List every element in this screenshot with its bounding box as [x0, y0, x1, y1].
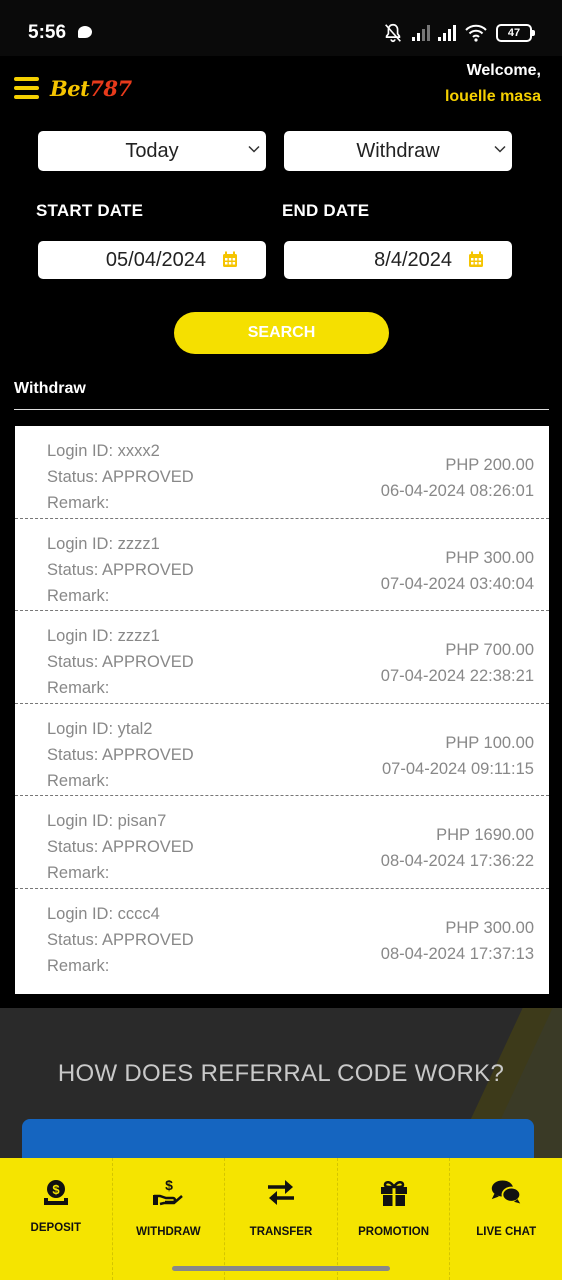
- calendar-icon[interactable]: [468, 251, 484, 268]
- chat-icon: [491, 1180, 522, 1204]
- record-row: Login ID: xxxx2 Status: APPROVED Remark:…: [15, 426, 549, 519]
- nav-live-chat[interactable]: LIVE CHAT: [450, 1158, 562, 1280]
- deposit-icon: $: [43, 1180, 68, 1205]
- record-remark: Remark:: [47, 864, 110, 882]
- login-id: Login ID: zzzz1: [47, 534, 160, 553]
- system-icons: 47: [382, 21, 535, 45]
- withdraw-record-list: Login ID: xxxx2 Status: APPROVED Remark:…: [15, 426, 549, 994]
- referral-heading: HOW DOES REFERRAL CODE WORK?: [57, 1060, 505, 1087]
- svg-text:$: $: [165, 1177, 173, 1193]
- record-row: Login ID: zzzz1 Status: APPROVED Remark:…: [15, 611, 549, 704]
- record-remark: Remark:: [47, 494, 110, 512]
- chevron-down-icon: [248, 145, 260, 153]
- record-row: Login ID: pisan7 Status: APPROVED Remark…: [15, 796, 549, 889]
- type-select[interactable]: Withdraw: [284, 131, 512, 171]
- end-date-field[interactable]: 8/4/2024: [284, 241, 512, 279]
- record-amount: PHP 1690.00: [436, 826, 534, 844]
- login-id: Login ID: ytal2: [47, 719, 153, 738]
- login-id: Login ID: zzzz1: [47, 627, 160, 645]
- message-notification-icon: [78, 26, 92, 38]
- record-status: Status: APPROVED: [47, 653, 194, 671]
- period-select[interactable]: Today: [38, 131, 266, 171]
- nav-label: TRANSFER: [249, 1226, 313, 1238]
- clock: 5:56: [28, 22, 67, 43]
- status-bar: 5:56 47: [0, 0, 562, 56]
- nav-transfer[interactable]: TRANSFER: [225, 1158, 338, 1280]
- record-status: Status: APPROVED: [47, 838, 194, 856]
- login-id: Login ID: xxxx2: [47, 442, 160, 460]
- nav-label: DEPOSIT: [30, 1222, 82, 1234]
- username: louelle masa: [444, 88, 541, 105]
- section-title: Withdraw: [14, 380, 86, 397]
- gift-icon: [380, 1181, 407, 1206]
- signal-icon-1: [412, 25, 430, 41]
- welcome-block: Welcome, louelle masa: [445, 58, 541, 110]
- record-remark: Remark:: [47, 586, 110, 605]
- welcome-text: Welcome,: [466, 62, 541, 79]
- record-row: Login ID: zzzz1 Status: APPROVED Remark:…: [15, 519, 549, 611]
- record-remark: Remark:: [47, 956, 110, 975]
- signal-icon-2: [438, 25, 456, 41]
- nav-label: WITHDRAW: [136, 1226, 201, 1238]
- record-datetime: 06-04-2024 08:26:01: [380, 482, 534, 500]
- record-row: Login ID: cccc4 Status: APPROVED Remark:…: [15, 889, 549, 982]
- calendar-icon[interactable]: [222, 251, 238, 268]
- record-status: Status: APPROVED: [47, 745, 194, 764]
- chevron-down-icon: [494, 145, 506, 153]
- end-date-label: END DATE: [282, 201, 370, 220]
- nav-deposit[interactable]: $ DEPOSIT: [0, 1158, 113, 1280]
- record-amount: PHP 100.00: [445, 733, 534, 752]
- nav-withdraw[interactable]: $ WITHDRAW: [113, 1158, 226, 1280]
- bet787-logo[interactable]: Bet787: [50, 76, 132, 101]
- start-date-field[interactable]: 05/04/2024: [38, 241, 266, 279]
- record-status: Status: APPROVED: [47, 560, 194, 579]
- battery-icon: 47: [496, 24, 535, 42]
- nav-label: PROMOTION: [358, 1226, 430, 1238]
- bottom-navigation: $ DEPOSIT $ WITHDRAW TRANSFER PROMOTION: [0, 1158, 562, 1280]
- svg-text:$: $: [52, 1182, 60, 1197]
- record-datetime: 07-04-2024 22:38:21: [380, 667, 534, 685]
- history-panel: Today Withdraw START DATE END DATE 05/04…: [0, 118, 562, 1008]
- app-header: Bet787 Welcome, louelle masa: [0, 56, 562, 118]
- record-datetime: 08-04-2024 17:36:22: [380, 852, 534, 870]
- record-amount: PHP 700.00: [445, 641, 534, 659]
- wifi-icon: [465, 24, 487, 42]
- nav-promotion[interactable]: PROMOTION: [338, 1158, 451, 1280]
- record-status: Status: APPROVED: [47, 468, 194, 486]
- record-datetime: 08-04-2024 17:37:13: [380, 944, 534, 963]
- record-amount: PHP 200.00: [445, 456, 534, 474]
- record-datetime: 07-04-2024 09:11:15: [382, 759, 534, 778]
- bell-muted-icon: [385, 23, 401, 43]
- transfer-icon: [267, 1180, 294, 1205]
- record-datetime: 07-04-2024 03:40:04: [380, 574, 534, 593]
- nav-label: LIVE CHAT: [476, 1226, 537, 1238]
- record-status: Status: APPROVED: [47, 930, 194, 949]
- record-amount: PHP 300.00: [445, 548, 534, 567]
- home-indicator[interactable]: [172, 1266, 390, 1271]
- record-remark: Remark:: [47, 771, 110, 790]
- section-divider: [14, 409, 549, 410]
- login-id: Login ID: cccc4: [47, 904, 160, 923]
- start-date-label: START DATE: [36, 201, 144, 220]
- login-id: Login ID: pisan7: [47, 812, 167, 830]
- record-row: Login ID: ytal2 Status: APPROVED Remark:…: [15, 704, 549, 796]
- menu-icon[interactable]: [14, 77, 39, 99]
- withdraw-icon: $: [153, 1177, 184, 1206]
- search-button[interactable]: SEARCH: [174, 312, 389, 354]
- record-remark: Remark:: [47, 679, 110, 697]
- record-amount: PHP 300.00: [445, 918, 534, 937]
